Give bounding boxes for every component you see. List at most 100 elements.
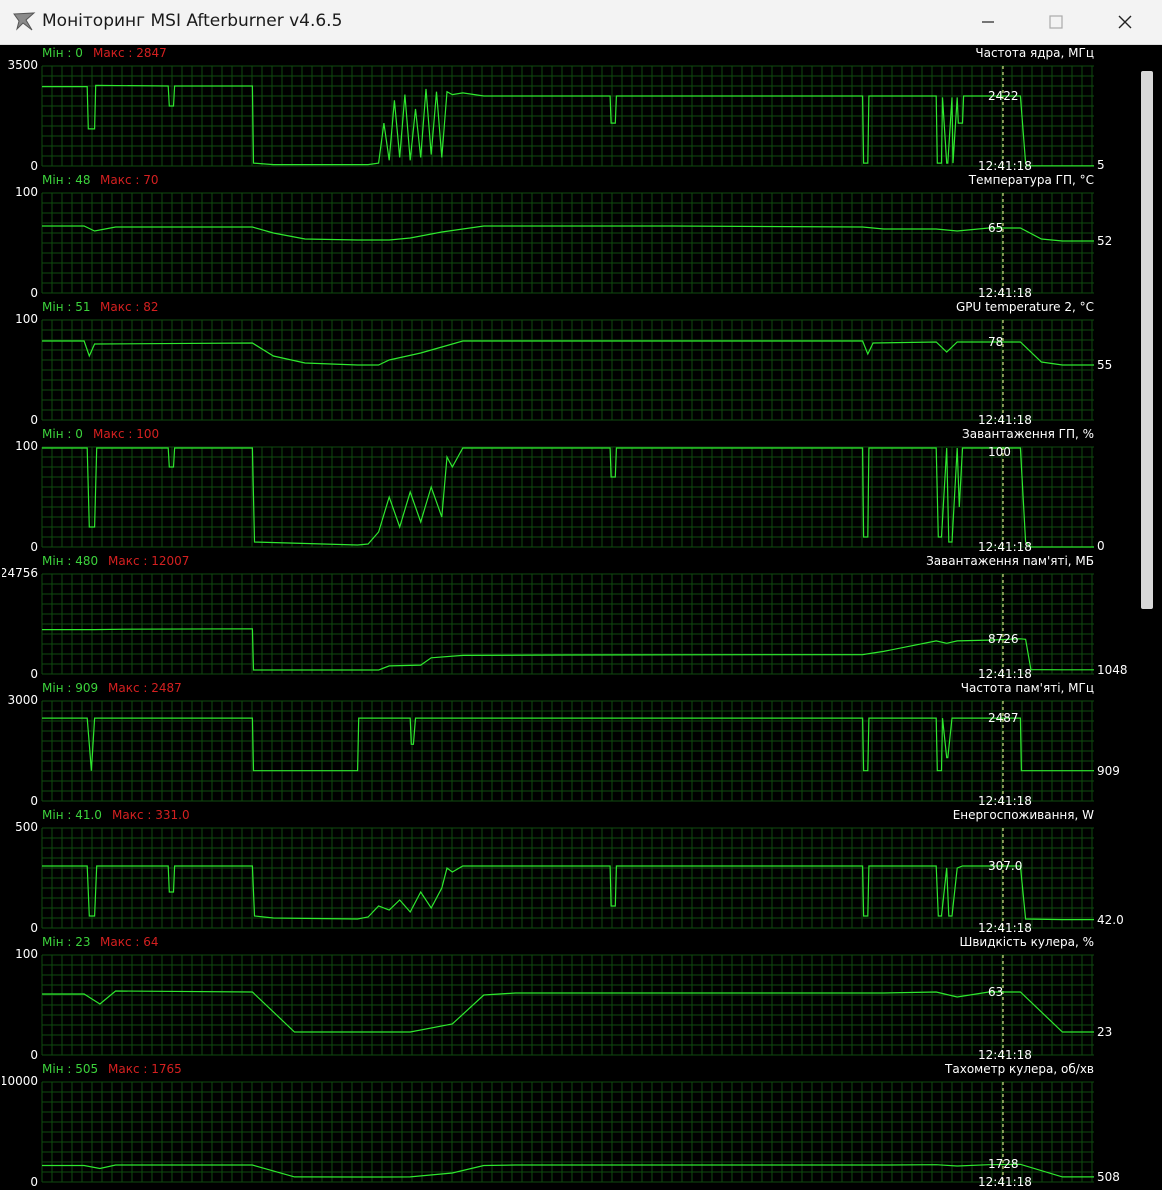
graph-title: Енергоспоживання, W <box>952 808 1094 822</box>
graph-cursor-time: 12:41:18 <box>978 413 1032 427</box>
minimize-button[interactable] <box>953 0 1023 44</box>
graph-panel: Мін : 48 Макс : 70 Температура ГП, °C 100 0 6… <box>2 172 1134 300</box>
graph-plot <box>41 700 1094 805</box>
graph-title: Тахометр кулера, об/хв <box>945 1062 1094 1076</box>
graph-y-min-label: 0 <box>30 159 38 173</box>
graph-plot <box>41 65 1094 170</box>
graph-last-value: 42.0 <box>1097 912 1124 927</box>
graph-grid <box>41 192 1094 294</box>
graph-y-min-label: 0 <box>30 921 38 935</box>
graph-panel: Мін : 505 Макс : 1765 Тахометр кулера, об/… <box>2 1061 1134 1189</box>
graph-title: Швидкість кулера, % <box>959 935 1094 949</box>
graph-grid <box>41 954 1094 1056</box>
graph-plot <box>41 827 1094 932</box>
graph-plot <box>41 192 1094 297</box>
scrollbar-thumb[interactable] <box>1141 71 1153 609</box>
graph-title: Завантаження ГП, % <box>962 427 1094 441</box>
graph-grid <box>41 319 1094 421</box>
graph-max-label: Макс : 70 <box>100 173 159 187</box>
close-icon <box>1118 15 1132 29</box>
graph-title: Завантаження пам'яті, МБ <box>926 554 1094 568</box>
graph-series-line <box>42 865 1094 921</box>
graph-max-label: Макс : 331.0 <box>112 808 190 822</box>
graph-current-value: 2487 <box>988 711 1019 726</box>
graph-max-label: Макс : 82 <box>100 300 159 314</box>
graph-y-max-label: 10000 <box>2 1074 38 1088</box>
graph-y-max-label: 24756 <box>2 566 38 580</box>
graph-cursor-time: 12:41:18 <box>978 1048 1032 1062</box>
graph-cursor-time: 12:41:18 <box>978 794 1032 808</box>
graph-current-value: 2422 <box>988 89 1019 103</box>
graph-min-label: Мін : 48 <box>42 173 91 187</box>
graph-y-max-label: 3000 <box>7 693 38 707</box>
graph-panel: Мін : 0 Макс : 100 Завантаження ГП, % 100 0 1… <box>2 426 1134 554</box>
graph-y-max-label: 3500 <box>7 58 38 72</box>
graph-cursor-time: 12:41:18 <box>978 921 1032 935</box>
graph-current-value: 78 <box>988 335 1004 349</box>
graph-max-label: Макс : 100 <box>93 427 160 441</box>
graph-grid <box>41 700 1094 802</box>
graph-last-value: 0 <box>1097 539 1105 553</box>
graph-series-line <box>42 990 1094 1033</box>
graph-panel: Мін : 909 Макс : 2487 Частота пам'яті, МГц… <box>2 680 1134 808</box>
title-bar[interactable]: Моніторинг MSI Afterburner v4.6.5 <box>0 0 1162 45</box>
graph-current-value: 100 <box>988 445 1011 459</box>
graph-max-label: Макс : 1765 <box>108 1062 182 1076</box>
graph-cursor-time: 12:41:18 <box>978 667 1032 681</box>
graph-series-line <box>42 340 1094 366</box>
graph-current-value: 307.0 <box>988 859 1023 873</box>
graph-grid <box>41 1081 1094 1183</box>
graph-last-value: 23 <box>1097 1025 1113 1039</box>
graph-series-line <box>42 1163 1094 1178</box>
graph-panel: Мін : 0 Макс : 2847 Частота ядра, МГц 3500 0… <box>2 45 1134 173</box>
graph-title: GPU temperature 2, °C <box>955 300 1094 314</box>
graph-y-max-label: 100 <box>15 312 38 326</box>
graph-min-label: Мін : 480 <box>42 554 99 568</box>
graph-current-value: 65 <box>988 221 1004 235</box>
graph-min-label: Мін : 51 <box>42 300 91 314</box>
graph-y-max-label: 100 <box>15 947 38 961</box>
graph-y-max-label: 100 <box>15 185 38 199</box>
graph-min-label: Мін : 23 <box>42 935 91 949</box>
afterburner-plane-icon <box>13 12 36 31</box>
graph-series-line <box>42 717 1094 772</box>
graph-grid <box>41 573 1094 675</box>
graph-title: Частота пам'яті, МГц <box>960 681 1094 695</box>
graph-panel: Мін : 480 Макс : 12007 Завантаження пам'ят… <box>2 553 1134 681</box>
graph-cursor-time: 12:41:18 <box>978 1175 1032 1189</box>
graph-y-min-label: 0 <box>30 1175 38 1189</box>
graph-min-label: Мін : 41.0 <box>42 808 102 822</box>
vertical-scrollbar[interactable] <box>1138 45 1162 1190</box>
graph-max-label: Макс : 12007 <box>108 554 190 568</box>
graph-plot <box>41 1081 1094 1186</box>
graph-y-min-label: 0 <box>30 286 38 300</box>
graph-max-label: Макс : 2847 <box>93 46 167 60</box>
graph-panel: Мін : 41.0 Макс : 331.0 Енергоспоживання, … <box>2 807 1134 935</box>
graph-last-value: 909 <box>1097 763 1120 778</box>
maximize-button[interactable] <box>1021 0 1091 44</box>
graph-y-min-label: 0 <box>30 540 38 554</box>
graph-min-label: Мін : 0 <box>42 46 83 60</box>
graph-current-value: 8726 <box>988 631 1019 646</box>
afterburner-monitor-window: Моніторинг MSI Afterburner v4.6.5 Мін : … <box>0 0 1162 1190</box>
graph-last-value: 55 <box>1097 358 1113 372</box>
graph-max-label: Макс : 2487 <box>108 681 182 695</box>
monitoring-graphs-area: Мін : 0 Макс : 2847 Частота ядра, МГц 3500 0… <box>2 45 1134 1190</box>
maximize-icon <box>1049 15 1063 29</box>
graph-y-min-label: 0 <box>30 413 38 427</box>
graph-cursor-time: 12:41:18 <box>978 540 1032 554</box>
graph-plot <box>41 954 1094 1059</box>
graph-plot <box>41 573 1094 678</box>
close-button[interactable] <box>1090 0 1160 44</box>
window-title: Моніторинг MSI Afterburner v4.6.5 <box>42 11 343 31</box>
graph-last-value: 508 <box>1097 1169 1120 1184</box>
graph-title: Температура ГП, °C <box>968 173 1094 187</box>
graph-min-label: Мін : 909 <box>42 681 99 695</box>
graph-plot <box>41 319 1094 424</box>
graph-current-value: 1728 <box>988 1157 1019 1172</box>
graph-last-value: 5 <box>1097 158 1105 172</box>
graph-y-max-label: 100 <box>15 439 38 453</box>
graph-min-label: Мін : 0 <box>42 427 83 441</box>
minimize-icon <box>982 21 994 23</box>
graph-y-max-label: 500 <box>15 820 38 834</box>
